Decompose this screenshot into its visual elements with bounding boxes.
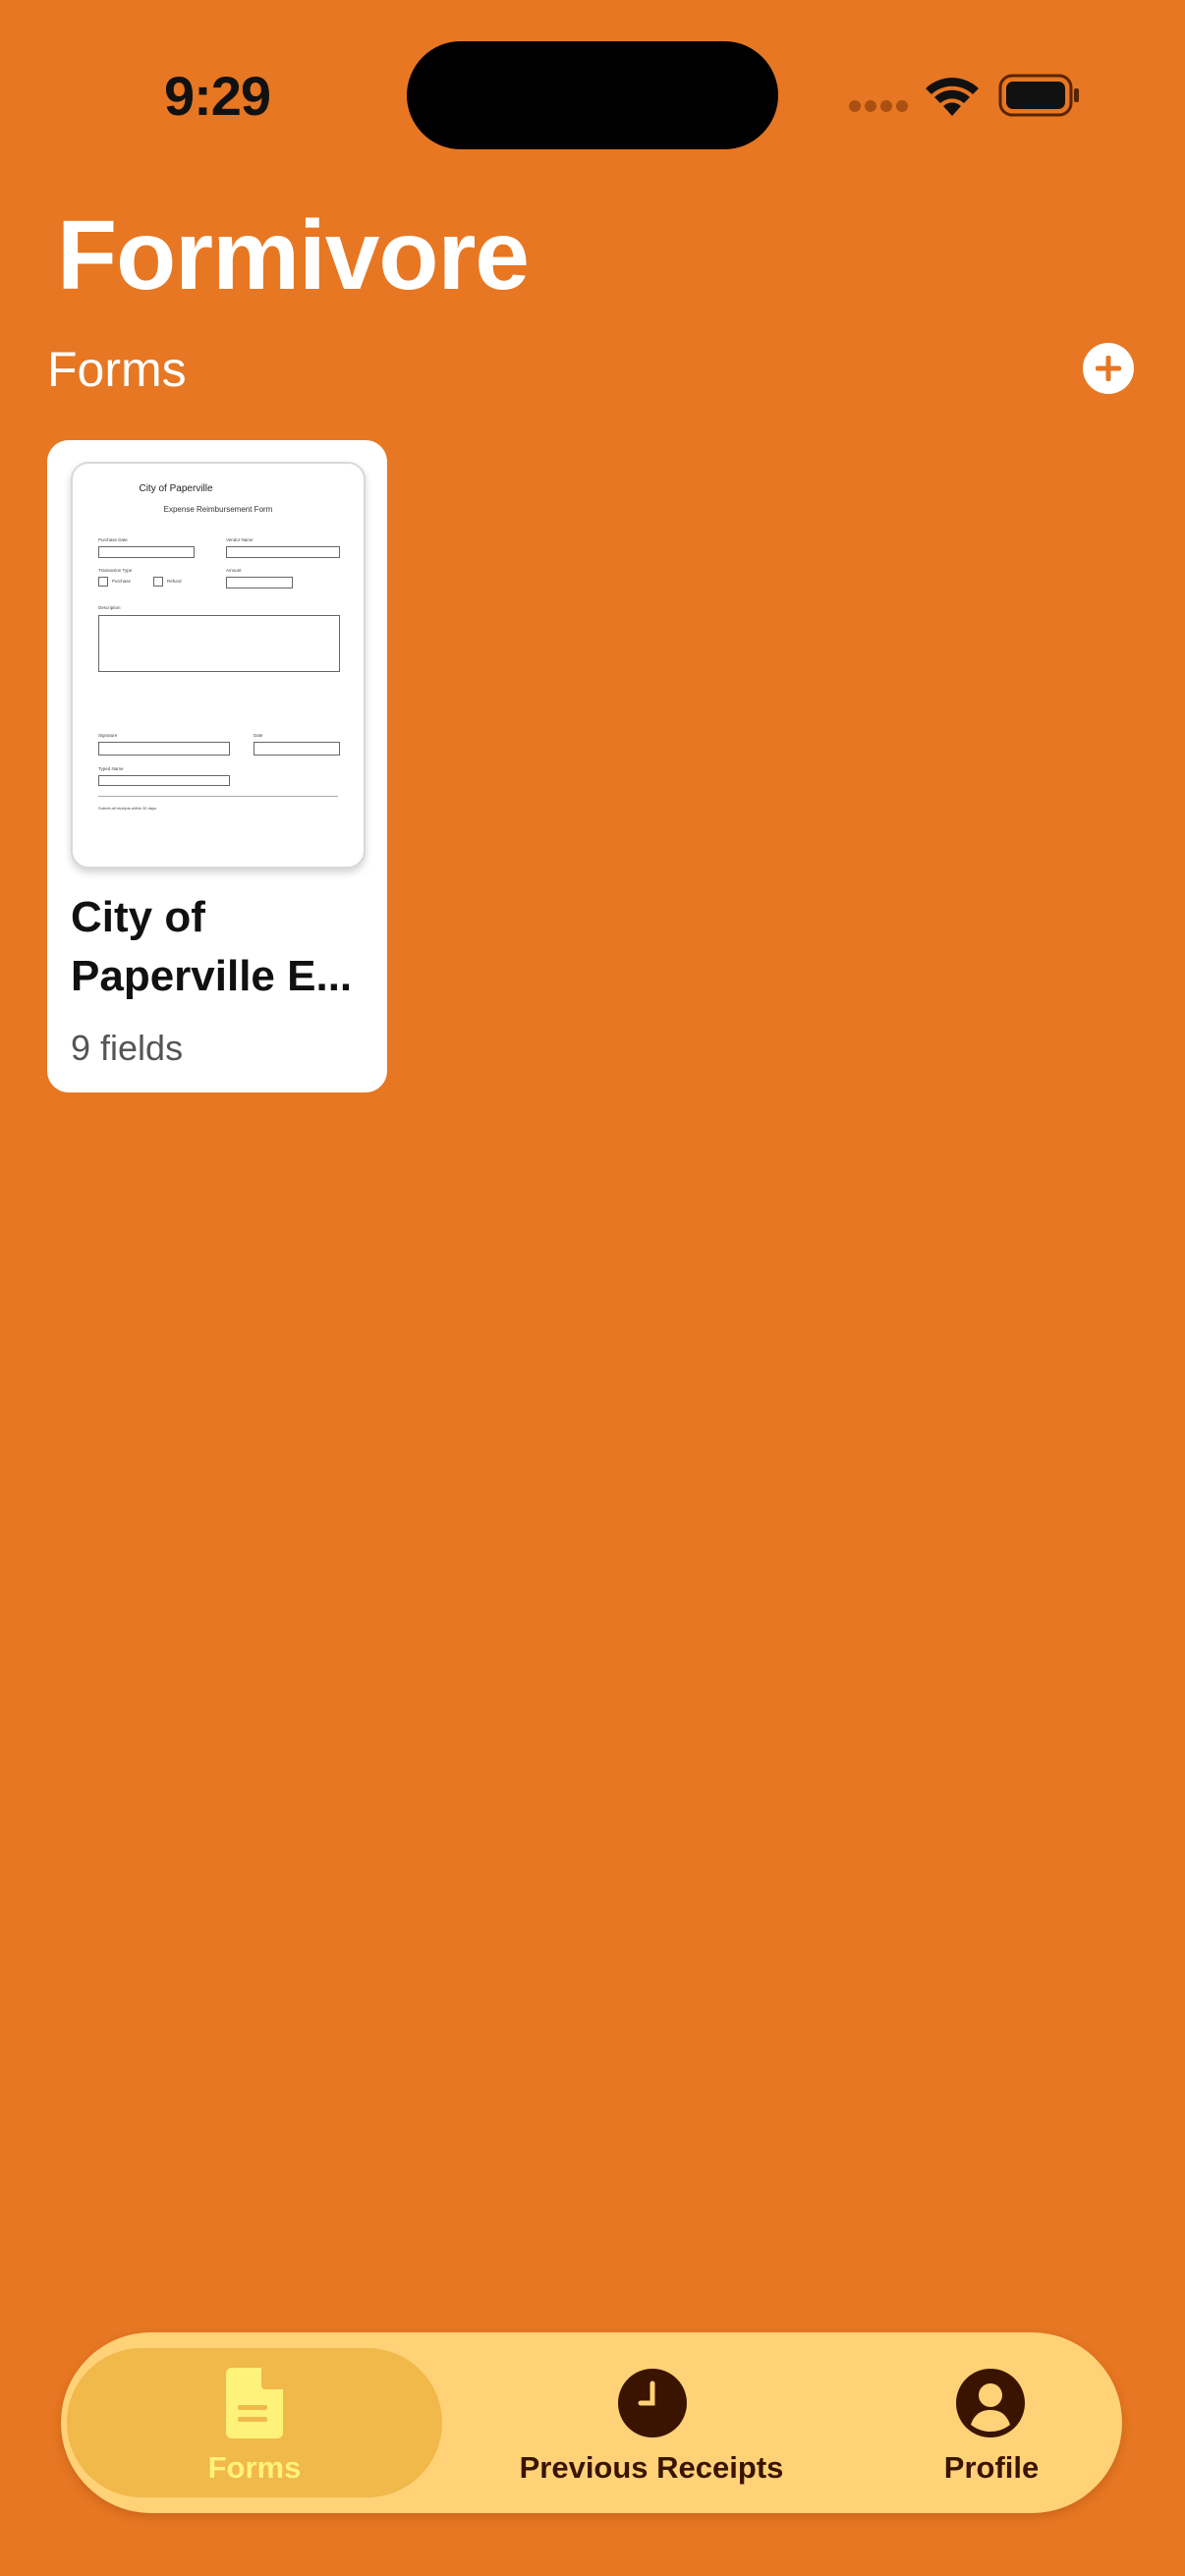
preview-label: Amount	[226, 568, 242, 573]
preview-label: Signature	[98, 733, 118, 738]
preview-label: Transaction Type	[98, 568, 133, 573]
preview-field	[226, 577, 293, 588]
preview-field	[98, 615, 340, 672]
tab-profile[interactable]: Profile	[861, 2332, 1122, 2513]
wifi-icon	[926, 78, 979, 116]
app-title: Formivore	[57, 200, 530, 310]
preview-label: Refund	[167, 579, 182, 584]
preview-field	[98, 546, 195, 558]
tab-label-forms: Forms	[207, 2450, 302, 2485]
tab-label-previous-receipts: Previous Receipts	[519, 2450, 784, 2485]
preview-divider	[98, 796, 338, 797]
person-icon	[956, 2369, 1025, 2437]
preview-label: Vendor Name	[226, 537, 254, 542]
preview-field	[254, 742, 340, 756]
tab-forms[interactable]: Forms	[67, 2332, 442, 2513]
preview-field	[98, 775, 230, 786]
tab-label-profile: Profile	[943, 2450, 1040, 2485]
tab-previous-receipts[interactable]: Previous Receipts	[442, 2332, 861, 2513]
preview-label: Typed Name	[98, 766, 124, 771]
section-title: Forms	[47, 342, 187, 397]
preview-label: Date	[254, 733, 263, 738]
preview-checkbox	[153, 577, 163, 587]
preview-field	[226, 546, 340, 558]
preview-label: Purchase Date	[98, 537, 128, 542]
preview-doc-title: City of Paperville	[139, 483, 213, 494]
status-time: 9:29	[163, 65, 271, 127]
add-form-button[interactable]	[1083, 343, 1134, 394]
document-icon	[226, 2368, 283, 2438]
preview-label: Description	[98, 605, 121, 610]
cellular-signal-icon	[849, 100, 908, 114]
dynamic-island	[407, 41, 778, 149]
form-field-count: 9 fields	[71, 1028, 184, 1068]
form-title: City of Paperville E...	[71, 893, 353, 1000]
preview-label: Purchase	[112, 579, 132, 584]
tab-bar: Forms Previous Receipts Profile	[61, 2332, 1122, 2513]
preview-footnote: Submit all receipts within 30 days	[98, 806, 157, 811]
battery-icon	[998, 74, 1079, 117]
plus-icon	[1096, 356, 1121, 381]
preview-doc-subtitle: Expense Reimbursement Form	[163, 505, 273, 514]
preview-checkbox	[98, 577, 108, 587]
preview-field	[98, 742, 230, 756]
form-preview-thumbnail: City of Paperville Expense Reimbursement…	[71, 462, 366, 868]
form-card[interactable]: City of Paperville Expense Reimbursement…	[47, 440, 387, 1092]
clock-icon	[618, 2369, 687, 2437]
